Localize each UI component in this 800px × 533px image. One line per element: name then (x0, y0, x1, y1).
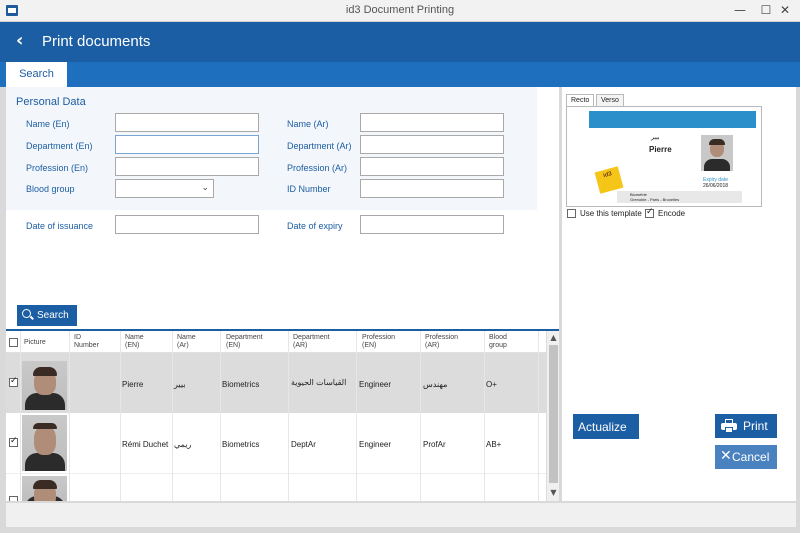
close-icon: ✕ (720, 448, 732, 464)
table-row[interactable]: Rémi Duchet ريمي Biometrics DeptAr Engin… (6, 413, 546, 473)
app-header: ‹ Print documents (0, 22, 800, 62)
header-name-en: Name (EN) (125, 334, 144, 349)
prof-en-label: Profession (En) (26, 163, 89, 173)
section-title: Personal Data (16, 96, 86, 108)
header-blood: Blood group (489, 334, 507, 349)
scroll-thumb[interactable] (549, 345, 558, 483)
window-titlebar: id3 Document Printing — ☐ ✕ (0, 0, 800, 22)
card-strip-line2: Grenoble - Paris - Bruxelles (630, 197, 680, 202)
card-arabic-name: بيير (651, 135, 660, 141)
header-prof-en: Profession (EN) (362, 334, 396, 349)
cell-name-en: Rémi Duchet (122, 440, 169, 449)
id3-logo: id3 (594, 166, 624, 194)
card-photo (701, 135, 733, 171)
blood-group-select[interactable]: ⌄ (115, 179, 214, 198)
blood-group-label: Blood group (26, 184, 75, 194)
expiry-field[interactable] (360, 215, 504, 234)
expiry-label: Date of expiry (287, 221, 343, 231)
header-picture: Picture (24, 339, 46, 346)
status-footer (6, 503, 796, 527)
cell-prof-en: Engineer (359, 380, 392, 389)
search-button[interactable]: Search (17, 305, 77, 326)
cell-dept-ar: DeptAr (291, 440, 316, 449)
header-name-ar: Name (Ar) (177, 334, 196, 349)
cancel-label: Cancel (732, 450, 770, 464)
tab-strip: Search (0, 62, 800, 87)
encode-checkbox[interactable] (645, 207, 654, 218)
print-label: Print (743, 419, 768, 433)
dept-ar-field[interactable] (360, 135, 504, 154)
scroll-down-icon[interactable]: ▼ (547, 488, 559, 497)
row-checkbox[interactable] (9, 376, 18, 387)
card-preview: بيير Pierre Expiry date 26/06/2018 Biomé… (566, 106, 762, 207)
id-number-label: ID Number (287, 184, 331, 194)
cell-name-ar: بيير (174, 380, 186, 389)
cell-dept-en: Biometrics (222, 440, 260, 449)
chevron-down-icon: ⌄ (201, 183, 209, 193)
window-title: id3 Document Printing (345, 4, 455, 16)
cell-prof-ar: مهندس (423, 380, 448, 389)
header-id: ID Number (74, 334, 99, 349)
preview-panel: Recto Verso بيير Pierre Expiry date 26/0… (562, 87, 796, 501)
dept-en-field[interactable] (115, 135, 259, 154)
row-checkbox[interactable] (9, 436, 18, 447)
printer-icon (721, 419, 737, 433)
cell-dept-ar: القياسات الحيوية (291, 378, 347, 387)
table-row[interactable] (6, 473, 546, 501)
person-photo (22, 476, 67, 501)
dept-en-label: Department (En) (26, 141, 93, 151)
cell-prof-ar: ProfAr (423, 440, 446, 449)
id-card: بيير Pierre Expiry date 26/06/2018 Biomé… (570, 109, 760, 204)
close-button[interactable]: ✕ (772, 0, 798, 22)
name-ar-field[interactable] (360, 113, 504, 132)
header-dept-en: Department (EN) (226, 334, 263, 349)
prof-ar-field[interactable] (360, 157, 504, 176)
row-checkbox[interactable] (9, 496, 18, 501)
table-row[interactable]: Pierre بيير Biometrics القياسات الحيوية … (6, 353, 546, 413)
encode-label: Encode (658, 209, 686, 218)
cell-name-ar: ريمي (174, 440, 192, 449)
name-en-field[interactable] (115, 113, 259, 132)
use-template-label: Use this template (580, 209, 642, 218)
person-photo (22, 415, 67, 471)
name-ar-label: Name (Ar) (287, 119, 329, 129)
scroll-up-icon[interactable]: ▲ (547, 333, 559, 342)
name-en-label: Name (En) (26, 119, 70, 129)
personal-data-section: Personal Data Name (En) Name (Ar) Depart… (6, 87, 537, 210)
issuance-field[interactable] (115, 215, 259, 234)
header-dept-ar: Department (AR) (293, 334, 330, 349)
results-table: Picture ID Number Name (EN) Name (Ar) Depar… (6, 329, 559, 501)
id-number-field[interactable] (360, 179, 504, 198)
person-photo (22, 361, 67, 410)
back-arrow-icon[interactable]: ‹ (16, 31, 34, 51)
cell-blood: AB+ (486, 440, 502, 449)
card-expiry-value: 26/06/2018 (703, 183, 729, 189)
main-panel: Personal Data Name (En) Name (Ar) Depart… (6, 87, 559, 501)
actualize-label: Actualize (578, 420, 627, 434)
use-template-checkbox[interactable] (567, 209, 576, 218)
card-header-band (589, 111, 756, 128)
search-icon (22, 309, 31, 318)
cell-name-en: Pierre (122, 380, 144, 389)
dept-ar-label: Department (Ar) (287, 141, 352, 151)
cell-blood: O+ (486, 380, 497, 389)
print-button[interactable]: Print (715, 414, 777, 438)
tab-search[interactable]: Search (6, 62, 67, 87)
minimize-button[interactable]: — (727, 0, 753, 22)
cell-dept-en: Biometrics (222, 380, 260, 389)
table-header: Picture ID Number Name (EN) Name (Ar) Depar… (6, 331, 546, 353)
issuance-label: Date of issuance (26, 221, 94, 231)
card-name: Pierre (649, 145, 672, 154)
actualize-button[interactable]: Actualize (573, 414, 639, 439)
cell-prof-en: Engineer (359, 440, 392, 449)
search-button-label: Search (37, 310, 69, 321)
prof-en-field[interactable] (115, 157, 259, 176)
table-scrollbar[interactable]: ▲ ▼ (546, 331, 559, 501)
cancel-button[interactable]: ✕ Cancel (715, 445, 777, 469)
prof-ar-label: Profession (Ar) (287, 163, 348, 173)
header-prof-ar: Profession (AR) (425, 334, 459, 349)
page-title: Print documents (42, 33, 151, 50)
select-all-checkbox[interactable] (9, 338, 18, 347)
card-footer-strip: Biométrie Grenoble - Paris - Bruxelles (617, 191, 742, 203)
